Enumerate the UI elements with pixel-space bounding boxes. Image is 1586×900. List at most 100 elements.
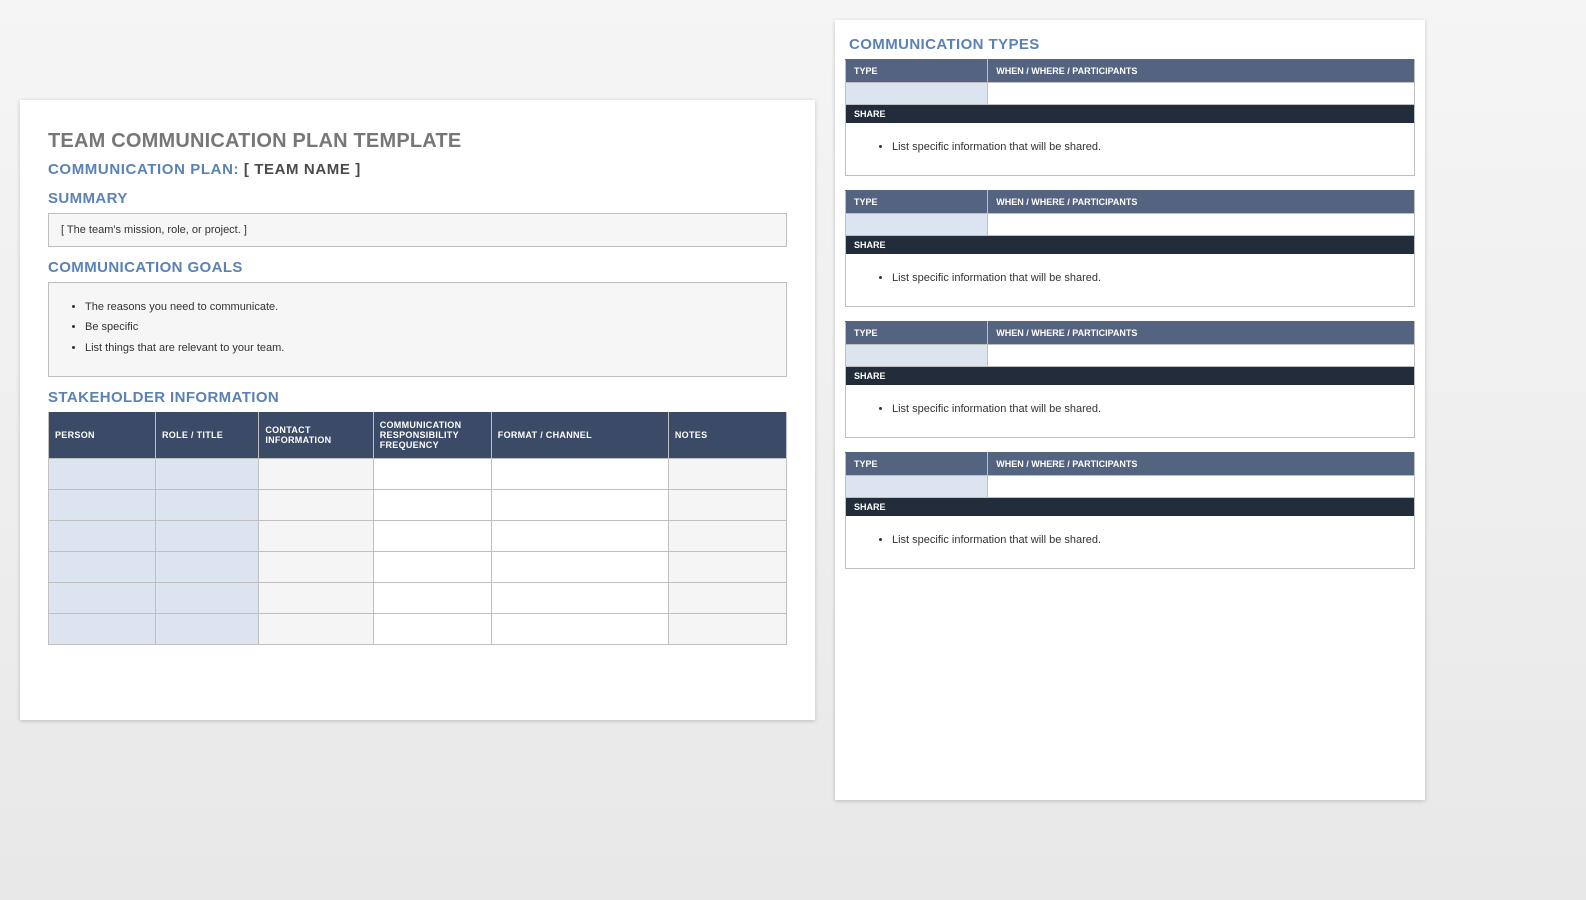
share-label: SHARE	[845, 367, 1415, 385]
table-cell	[156, 490, 259, 521]
wwp-cell	[988, 83, 1415, 105]
summary-box: [ The team's mission, role, or project. …	[48, 213, 787, 247]
share-body: List specific information that will be s…	[845, 123, 1415, 176]
comm-type-header-table: TYPEWHEN / WHERE / PARTICIPANTS	[845, 452, 1415, 498]
table-cell	[668, 459, 786, 490]
table-cell	[259, 521, 373, 552]
table-row	[49, 583, 787, 614]
table-cell	[259, 552, 373, 583]
type-cell	[846, 83, 988, 105]
wwp-cell	[988, 476, 1415, 498]
table-cell	[373, 490, 491, 521]
table-cell	[49, 583, 156, 614]
table-row	[49, 552, 787, 583]
col-notes: NOTES	[668, 412, 786, 459]
subtitle-prefix: COMMUNICATION PLAN:	[48, 161, 239, 178]
type-cell	[846, 214, 988, 236]
table-row	[49, 521, 787, 552]
col-type: TYPE	[846, 191, 988, 214]
goal-item: The reasons you need to communicate.	[85, 297, 772, 317]
table-cell	[668, 614, 786, 645]
goal-item: List things that are relevant to your te…	[85, 338, 772, 358]
col-wwp: WHEN / WHERE / PARTICIPANTS	[988, 453, 1415, 476]
col-freq: COMMUNICATION RESPONSIBILITY FREQUENCY	[373, 412, 491, 459]
table-row	[49, 614, 787, 645]
comm-type-block: TYPEWHEN / WHERE / PARTICIPANTSSHAREList…	[845, 452, 1415, 569]
stakeholder-header-row: PERSON ROLE / TITLE CONTACT INFORMATION …	[49, 412, 787, 459]
table-cell	[668, 490, 786, 521]
col-wwp: WHEN / WHERE / PARTICIPANTS	[988, 191, 1415, 214]
share-label: SHARE	[845, 498, 1415, 516]
col-contact: CONTACT INFORMATION	[259, 412, 373, 459]
share-label: SHARE	[845, 236, 1415, 254]
wwp-cell	[988, 214, 1415, 236]
team-name-placeholder: [ TEAM NAME ]	[244, 161, 361, 178]
table-cell	[373, 459, 491, 490]
share-body: List specific information that will be s…	[845, 516, 1415, 569]
table-cell	[49, 614, 156, 645]
comm-type-block: TYPEWHEN / WHERE / PARTICIPANTSSHAREList…	[845, 321, 1415, 438]
comm-type-header-table: TYPEWHEN / WHERE / PARTICIPANTS	[845, 321, 1415, 367]
table-cell	[156, 521, 259, 552]
table-cell	[373, 614, 491, 645]
share-item: List specific information that will be s…	[892, 534, 1400, 546]
table-cell	[668, 583, 786, 614]
table-cell	[49, 490, 156, 521]
goal-item: Be specific	[85, 317, 772, 337]
col-type: TYPE	[846, 453, 988, 476]
table-cell	[491, 459, 668, 490]
plan-subtitle: COMMUNICATION PLAN: [ TEAM NAME ]	[48, 161, 787, 178]
comm-types-heading: COMMUNICATION TYPES	[849, 36, 1415, 53]
type-cell	[846, 345, 988, 367]
summary-heading: SUMMARY	[48, 190, 787, 207]
col-wwp: WHEN / WHERE / PARTICIPANTS	[988, 60, 1415, 83]
table-row	[49, 459, 787, 490]
table-cell	[491, 490, 668, 521]
page-2: COMMUNICATION TYPES TYPEWHEN / WHERE / P…	[835, 20, 1425, 800]
table-cell	[49, 552, 156, 583]
col-wwp: WHEN / WHERE / PARTICIPANTS	[988, 322, 1415, 345]
table-cell	[668, 521, 786, 552]
wwp-cell	[988, 345, 1415, 367]
goals-list: The reasons you need to communicate. Be …	[48, 282, 787, 377]
type-cell	[846, 476, 988, 498]
table-cell	[49, 459, 156, 490]
stakeholder-heading: STAKEHOLDER INFORMATION	[48, 389, 787, 406]
table-cell	[259, 583, 373, 614]
comm-type-block: TYPEWHEN / WHERE / PARTICIPANTSSHAREList…	[845, 190, 1415, 307]
share-body: List specific information that will be s…	[845, 254, 1415, 307]
table-cell	[668, 552, 786, 583]
col-format: FORMAT / CHANNEL	[491, 412, 668, 459]
comm-type-block: TYPEWHEN / WHERE / PARTICIPANTSSHAREList…	[845, 59, 1415, 176]
page-1: TEAM COMMUNICATION PLAN TEMPLATE COMMUNI…	[20, 100, 815, 720]
table-cell	[156, 614, 259, 645]
table-cell	[373, 521, 491, 552]
table-cell	[491, 614, 668, 645]
table-cell	[259, 490, 373, 521]
col-role: ROLE / TITLE	[156, 412, 259, 459]
table-cell	[259, 459, 373, 490]
share-item: List specific information that will be s…	[892, 272, 1400, 284]
table-cell	[156, 459, 259, 490]
table-cell	[491, 583, 668, 614]
template-title: TEAM COMMUNICATION PLAN TEMPLATE	[48, 130, 787, 153]
table-cell	[373, 583, 491, 614]
table-cell	[491, 521, 668, 552]
comm-type-header-table: TYPEWHEN / WHERE / PARTICIPANTS	[845, 190, 1415, 236]
goals-heading: COMMUNICATION GOALS	[48, 259, 787, 276]
share-item: List specific information that will be s…	[892, 403, 1400, 415]
table-cell	[156, 583, 259, 614]
col-type: TYPE	[846, 322, 988, 345]
table-cell	[259, 614, 373, 645]
table-cell	[373, 552, 491, 583]
table-row	[49, 490, 787, 521]
share-body: List specific information that will be s…	[845, 385, 1415, 438]
share-item: List specific information that will be s…	[892, 141, 1400, 153]
table-cell	[491, 552, 668, 583]
stakeholder-table: PERSON ROLE / TITLE CONTACT INFORMATION …	[48, 412, 787, 645]
table-cell	[49, 521, 156, 552]
table-cell	[156, 552, 259, 583]
comm-type-header-table: TYPEWHEN / WHERE / PARTICIPANTS	[845, 59, 1415, 105]
share-label: SHARE	[845, 105, 1415, 123]
col-type: TYPE	[846, 60, 988, 83]
